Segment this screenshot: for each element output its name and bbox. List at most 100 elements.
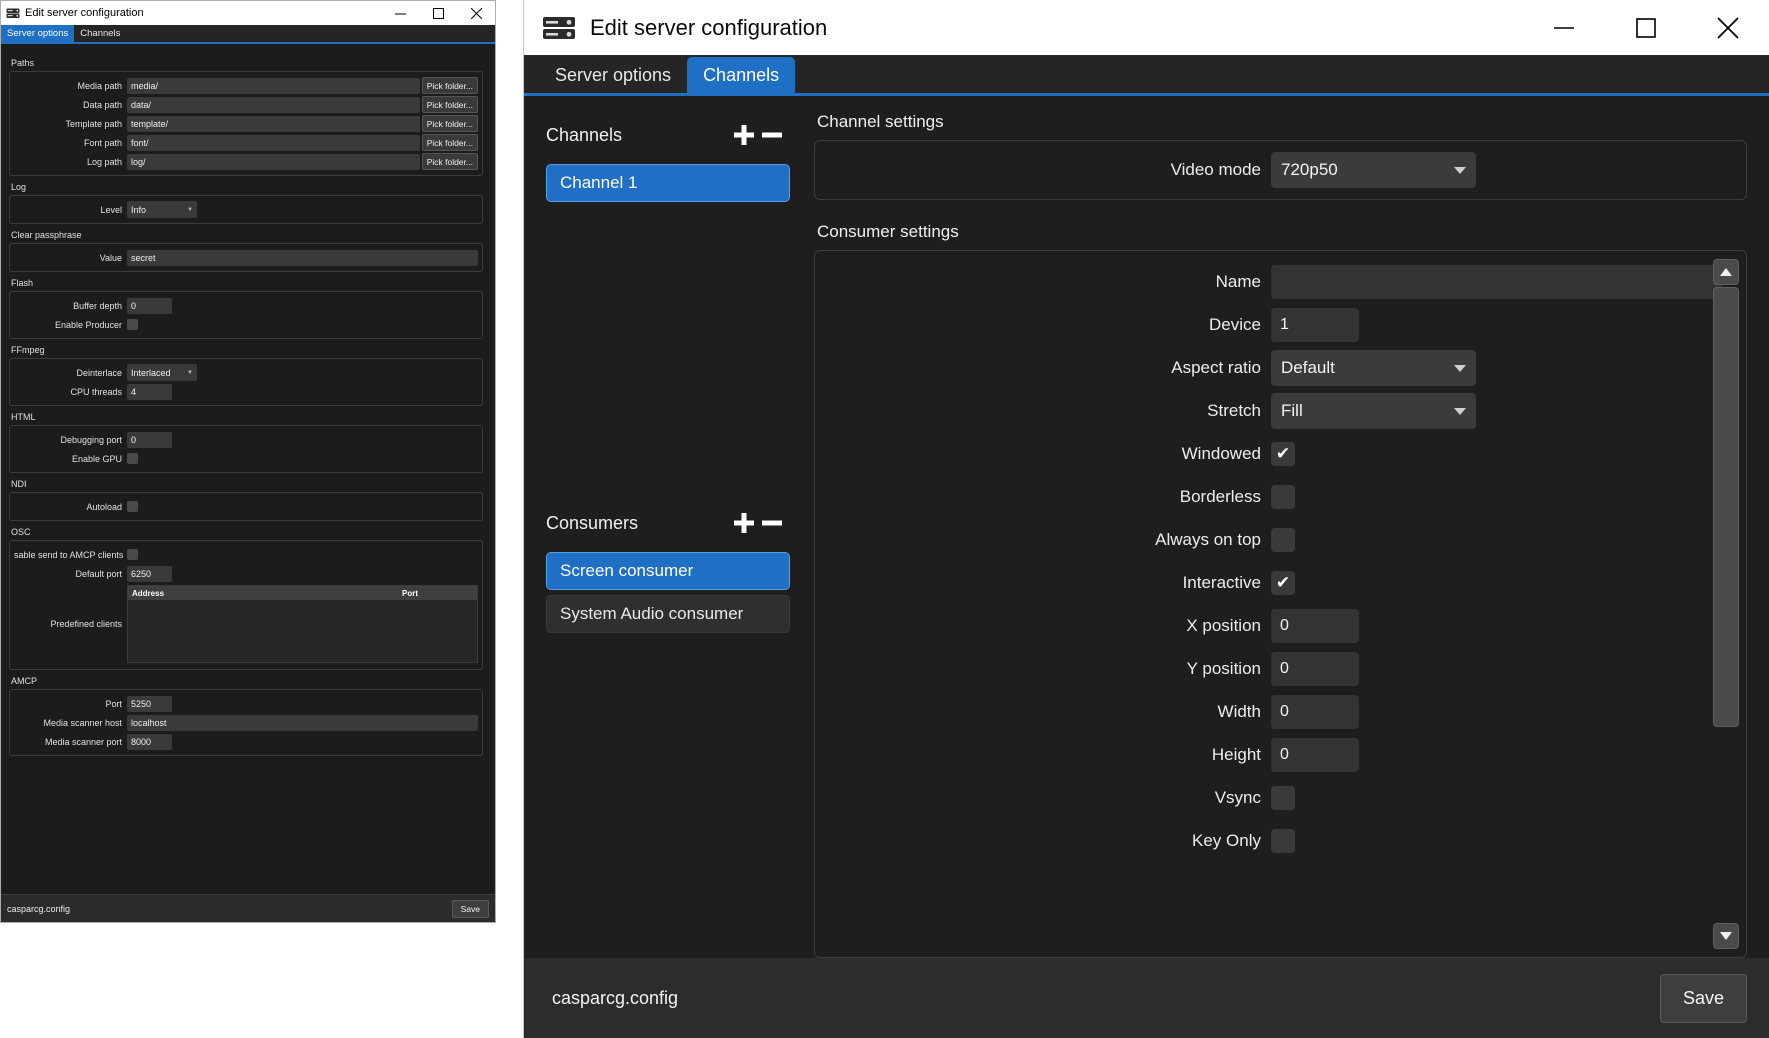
x-position-input[interactable]: 0: [1271, 609, 1359, 643]
pick-folder-button[interactable]: Pick folder...: [422, 115, 478, 132]
consumer-name-input[interactable]: [1271, 265, 1723, 299]
device-input[interactable]: 1: [1271, 308, 1359, 342]
log-level-select[interactable]: Info ▼: [127, 201, 197, 218]
log-path-input[interactable]: log/: [127, 154, 420, 170]
predefined-clients-table[interactable]: Address Port: [127, 585, 478, 663]
scrollbar-track[interactable]: [1713, 285, 1739, 923]
font-path-input[interactable]: font/: [127, 135, 420, 151]
tab-channels[interactable]: Channels: [74, 25, 126, 42]
close-icon[interactable]: [1687, 0, 1769, 55]
large-window-tabs: Server options Channels: [524, 55, 1769, 96]
scroll-up-button[interactable]: [1713, 259, 1739, 285]
video-mode-select[interactable]: 720p50: [1271, 152, 1476, 188]
consumer-list-item[interactable]: System Audio consumer: [546, 595, 790, 633]
small-window-titlebar[interactable]: Edit server configuration: [1, 1, 495, 25]
field-label: Level: [14, 205, 127, 215]
pick-folder-button[interactable]: Pick folder...: [422, 153, 478, 170]
interactive-checkbox[interactable]: ✔: [1271, 571, 1295, 595]
tab-server-options[interactable]: Server options: [539, 57, 687, 93]
maximize-icon[interactable]: [419, 1, 457, 25]
remove-consumer-button[interactable]: [758, 509, 786, 537]
media-scanner-port-input[interactable]: 8000: [127, 734, 172, 750]
windowed-checkbox[interactable]: ✔: [1271, 442, 1295, 466]
tab-channels[interactable]: Channels: [687, 57, 795, 93]
consumer-list-item[interactable]: Screen consumer: [546, 552, 790, 590]
channel-list-item[interactable]: Channel 1: [546, 164, 790, 202]
stretch-value: Fill: [1281, 401, 1303, 421]
always-on-top-checkbox[interactable]: ✔: [1271, 528, 1295, 552]
field-label: Key Only: [815, 831, 1271, 851]
config-file-name: casparcg.config: [552, 988, 678, 1009]
group-label-html: HTML: [11, 412, 483, 422]
deinterlace-value: Interlaced: [131, 368, 171, 378]
scroll-down-button[interactable]: [1713, 923, 1739, 949]
field-row-template-path: Template path template/ Pick folder...: [14, 115, 478, 132]
server-icon: [542, 14, 576, 42]
buffer-depth-input[interactable]: 0: [127, 298, 172, 314]
pick-folder-button[interactable]: Pick folder...: [422, 96, 478, 113]
settings-column: Channel settings Video mode 720p50 Consu…: [804, 96, 1769, 958]
stretch-select[interactable]: Fill: [1271, 393, 1476, 429]
field-row-default-port: Default port 6250: [14, 565, 478, 582]
field-label: Device: [815, 315, 1271, 335]
scrollbar-thumb[interactable]: [1713, 287, 1739, 727]
column-header-port: Port: [398, 589, 477, 598]
aspect-ratio-select[interactable]: Default: [1271, 350, 1476, 386]
tab-server-options[interactable]: Server options: [1, 25, 74, 42]
debugging-port-input[interactable]: 0: [127, 432, 172, 448]
template-path-input[interactable]: template/: [127, 116, 420, 132]
save-button[interactable]: Save: [1660, 974, 1747, 1023]
remove-channel-button[interactable]: [758, 121, 786, 149]
maximize-icon[interactable]: [1605, 0, 1687, 55]
field-label: Width: [815, 702, 1271, 722]
close-icon[interactable]: [457, 1, 495, 25]
y-position-input[interactable]: 0: [1271, 652, 1359, 686]
field-row-media-scanner-host: Media scanner host localhost: [14, 714, 478, 731]
group-label-flash: Flash: [11, 278, 483, 288]
field-label: Name: [815, 272, 1271, 292]
passphrase-value-input[interactable]: secret: [127, 250, 478, 266]
data-path-input[interactable]: data/: [127, 97, 420, 113]
borderless-checkbox[interactable]: ✔: [1271, 485, 1295, 509]
group-osc: sable send to AMCP clients Default port …: [9, 540, 483, 670]
disable-send-amcp-checkbox[interactable]: [127, 549, 138, 560]
field-label: Borderless: [815, 487, 1271, 507]
field-row-log-level: Level Info ▼: [14, 201, 478, 218]
channels-list: Channel 1: [546, 164, 790, 202]
field-row-media-scanner-port: Media scanner port 8000: [14, 733, 478, 750]
add-channel-button[interactable]: [730, 121, 758, 149]
osc-default-port-input[interactable]: 6250: [127, 566, 172, 582]
field-label: Enable GPU: [14, 454, 127, 464]
autoload-checkbox[interactable]: [127, 501, 138, 512]
pick-folder-button[interactable]: Pick folder...: [422, 134, 478, 151]
media-path-input[interactable]: media/: [127, 78, 420, 94]
enable-producer-checkbox[interactable]: [127, 319, 138, 330]
consumer-settings-scrollbar[interactable]: [1712, 259, 1740, 949]
scroll-down-arrow-icon: [1720, 932, 1732, 940]
large-window-content: Channels Channel 1 Consumers: [524, 96, 1769, 958]
group-label-osc: OSC: [11, 527, 483, 537]
field-label: Autoload: [14, 502, 127, 512]
vsync-checkbox[interactable]: ✔: [1271, 786, 1295, 810]
large-window-titlebar[interactable]: Edit server configuration: [524, 0, 1769, 55]
field-row-width: Width 0: [815, 695, 1746, 729]
field-label: Template path: [14, 119, 127, 129]
field-row-interactive: Interactive ✔: [815, 566, 1746, 600]
pick-folder-button[interactable]: Pick folder...: [422, 77, 478, 94]
field-label: Font path: [14, 138, 127, 148]
group-ndi: Autoload: [9, 492, 483, 521]
width-input[interactable]: 0: [1271, 695, 1359, 729]
amcp-port-input[interactable]: 5250: [127, 696, 172, 712]
height-input[interactable]: 0: [1271, 738, 1359, 772]
add-consumer-button[interactable]: [730, 509, 758, 537]
deinterlace-select[interactable]: Interlaced ▼: [127, 364, 197, 381]
media-scanner-host-input[interactable]: localhost: [127, 715, 478, 731]
enable-gpu-checkbox[interactable]: [127, 453, 138, 464]
key-only-checkbox[interactable]: ✔: [1271, 829, 1295, 853]
cpu-threads-input[interactable]: 4: [127, 384, 172, 400]
minimize-icon[interactable]: [381, 1, 419, 25]
minimize-icon[interactable]: [1523, 0, 1605, 55]
group-label-log: Log: [11, 182, 483, 192]
save-button[interactable]: Save: [452, 900, 489, 918]
field-row-enable-gpu: Enable GPU: [14, 450, 478, 467]
